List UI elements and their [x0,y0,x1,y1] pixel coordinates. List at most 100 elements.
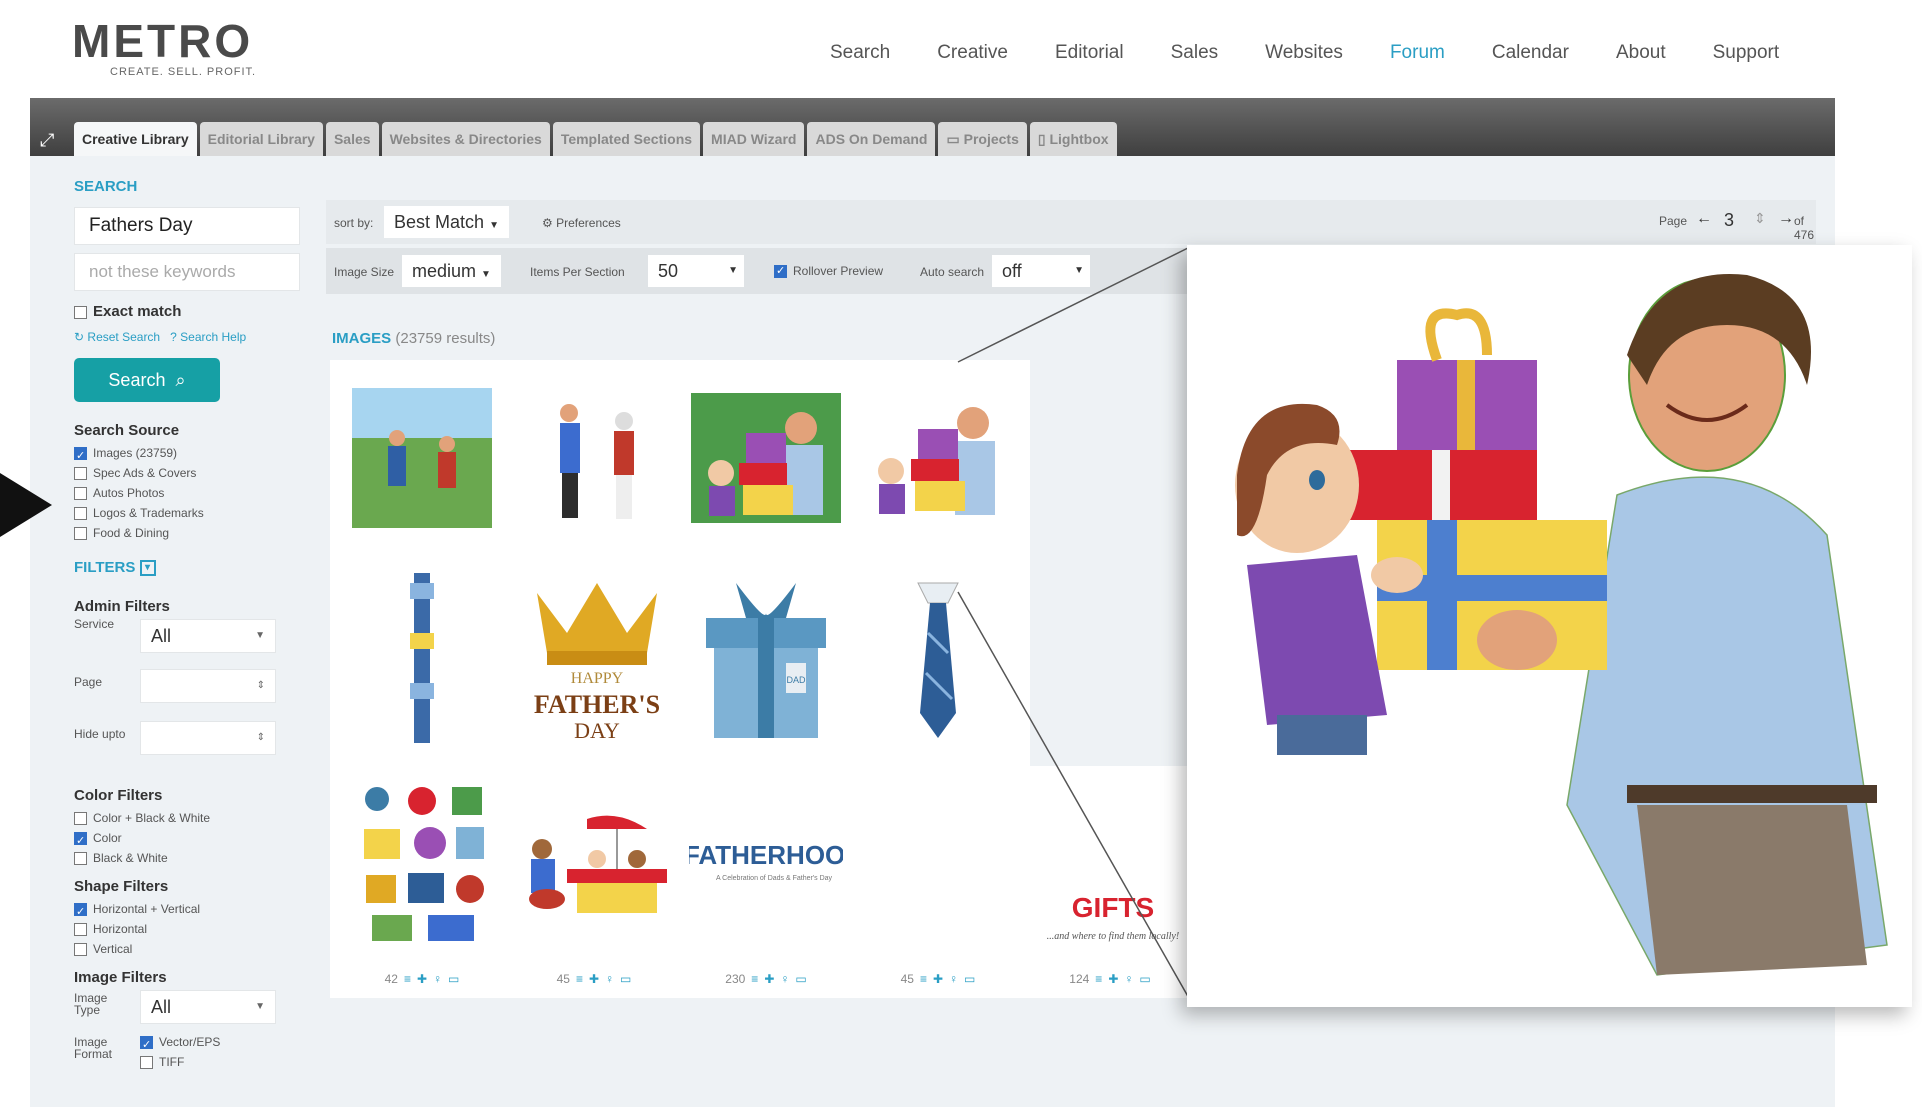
shape-filter-row[interactable]: Horizontal + Vertical [74,899,314,922]
prev-page-icon[interactable]: ← [1696,210,1712,228]
lightbulb-icon[interactable]: ♀ [605,972,614,986]
add-icon[interactable]: ✚ [933,972,943,986]
tab-creative-library[interactable]: Creative Library [74,122,197,156]
color-filter-row[interactable]: Black & White [74,848,314,868]
search-button[interactable]: Search ⌕ [74,358,220,402]
search-source-row[interactable]: Food & Dining [74,523,314,543]
result-card[interactable]: 25≡✚♀▭ [330,560,514,792]
search-source-checkbox[interactable] [74,467,87,481]
result-card[interactable]: GIFTS ...and where to find them locally! 1… [1018,766,1202,998]
nav-websites[interactable]: Websites [1265,42,1343,64]
result-thumbnail[interactable] [689,370,843,545]
folder-icon[interactable]: ▭ [1139,972,1150,986]
search-source-row[interactable]: Images (23759) [74,443,314,466]
stepper-icon[interactable]: ⇕ [257,722,265,754]
nav-search[interactable]: Search [830,42,890,64]
keywords-input[interactable]: Fathers Day [74,207,300,245]
exclude-keywords-input[interactable]: not these keywords [74,253,300,291]
image-format-row[interactable]: TIFF [140,1052,220,1072]
exact-match-checkbox[interactable] [74,305,87,319]
search-source-row[interactable]: Autos Photos [74,483,314,503]
result-thumbnail[interactable] [517,776,671,951]
result-thumbnail[interactable]: GIFTS ...and where to find them locally! [1033,776,1187,951]
result-card[interactable]: DAD53≡✚♀▭ [674,560,858,792]
shape-filter-checkbox[interactable] [74,943,87,957]
result-card[interactable]: 45 ≡ ✚ ♀ ▭ [846,766,1030,998]
lightbulb-icon[interactable]: ♀ [1124,972,1133,986]
lightbulb-icon[interactable]: ♀ [949,972,958,986]
image-format-checkbox[interactable] [140,1056,153,1070]
result-card[interactable]: 35≡✚♀▭ [502,360,686,592]
folder-icon[interactable]: ▭ [964,972,975,986]
color-filter-row[interactable]: Color [74,828,314,851]
info-icon[interactable]: ≡ [576,972,583,986]
nav-about[interactable]: About [1616,42,1666,64]
search-source-checkbox[interactable] [74,507,87,521]
tab-miad-wizard[interactable]: MIAD Wizard [703,122,805,156]
page-filter-input[interactable]: ⇕ [140,669,276,704]
tab-ads-on-demand[interactable]: ADS On Demand [807,122,936,156]
search-source-checkbox[interactable] [74,487,87,501]
tab-lightbox[interactable]: ▯ Lightbox [1029,122,1117,156]
search-source-row[interactable]: Spec Ads & Covers [74,463,314,483]
folder-icon[interactable]: ▭ [795,972,806,986]
service-select[interactable]: All ▼ [140,619,276,654]
next-page-icon[interactable]: → [1778,210,1794,228]
tab-editorial-library[interactable]: Editorial Library [199,122,323,156]
color-filter-row[interactable]: Color + Black & White [74,808,314,828]
add-icon[interactable]: ✚ [1108,972,1118,986]
metro-logo[interactable]: METRO CREATE. SELL. PROFIT. [72,14,256,78]
page-stepper-icon[interactable]: ⇕ [1754,210,1766,227]
nav-creative[interactable]: Creative [937,42,1008,64]
result-card[interactable]: 6≡✚♀▭ [674,360,858,592]
result-card[interactable]: 30≡✚♀▭ [846,360,1030,592]
exact-match-row[interactable]: Exact match [74,303,314,320]
result-thumbnail[interactable]: FATHERHOOD A Celebration of Dads & Father… [689,776,843,951]
color-filter-checkbox[interactable] [74,812,87,826]
result-card[interactable]: 45 ≡ ✚ ♀ ▭ [502,766,686,998]
search-source-checkbox[interactable] [74,527,87,541]
info-icon[interactable]: ≡ [1095,972,1102,986]
expand-icon[interactable]: ⤢ [40,130,54,151]
reset-search-link[interactable]: Reset Search [87,330,160,344]
shape-filter-row[interactable]: Horizontal [74,919,314,939]
image-format-checkbox[interactable] [140,1035,153,1055]
tab-templated-sections[interactable]: Templated Sections [552,122,701,156]
image-format-row[interactable]: Vector/EPS [140,1032,220,1055]
nav-sales[interactable]: Sales [1171,42,1219,64]
shape-filter-row[interactable]: Vertical [74,939,314,959]
info-icon[interactable]: ≡ [404,972,411,986]
nav-editorial[interactable]: Editorial [1055,42,1124,64]
result-card[interactable]: 14≡✚♀▭ [330,360,514,592]
result-thumbnail[interactable] [861,776,1015,951]
tab-websites-directories[interactable]: Websites & Directories [381,122,550,156]
result-card[interactable]: 126≡✚♀▭ [846,560,1030,792]
tab-sales[interactable]: Sales [325,122,379,156]
folder-icon[interactable]: ▭ [448,972,459,986]
nav-calendar[interactable]: Calendar [1492,42,1569,64]
search-source-row[interactable]: Logos & Trademarks [74,503,314,523]
search-source-checkbox[interactable] [74,446,87,466]
result-thumbnail[interactable] [345,370,499,545]
image-size-select[interactable]: medium ▼ [402,255,501,287]
result-thumbnail[interactable]: HAPPY FATHER'S DAY [517,570,671,745]
sort-select[interactable]: Best Match ▼ [384,206,509,238]
info-icon[interactable]: ≡ [920,972,927,986]
nav-forum[interactable]: Forum [1390,42,1445,64]
image-type-select[interactable]: All ▼ [140,990,276,1025]
result-thumbnail[interactable] [517,370,671,545]
preferences-link[interactable]: ⚙ Preferences [542,216,621,230]
result-card[interactable]: FATHERHOOD A Celebration of Dads & Father… [674,766,858,998]
color-filter-checkbox[interactable] [74,852,87,866]
filters-toggle-icon[interactable]: ▾ [139,560,156,577]
tab-projects[interactable]: ▭ Projects [938,122,1027,156]
result-thumbnail[interactable] [861,570,1015,745]
search-help-link[interactable]: Search Help [180,330,246,344]
result-card[interactable]: 42 ≡ ✚ ♀ ▭ [330,766,514,998]
lightbulb-icon[interactable]: ♀ [433,972,442,986]
shape-filter-checkbox[interactable] [74,923,87,937]
stepper-icon[interactable]: ⇕ [257,670,265,702]
hide-upto-input[interactable]: ⇕ [140,721,276,756]
page-number[interactable]: 3 [1724,210,1734,231]
result-thumbnail[interactable] [861,370,1015,545]
